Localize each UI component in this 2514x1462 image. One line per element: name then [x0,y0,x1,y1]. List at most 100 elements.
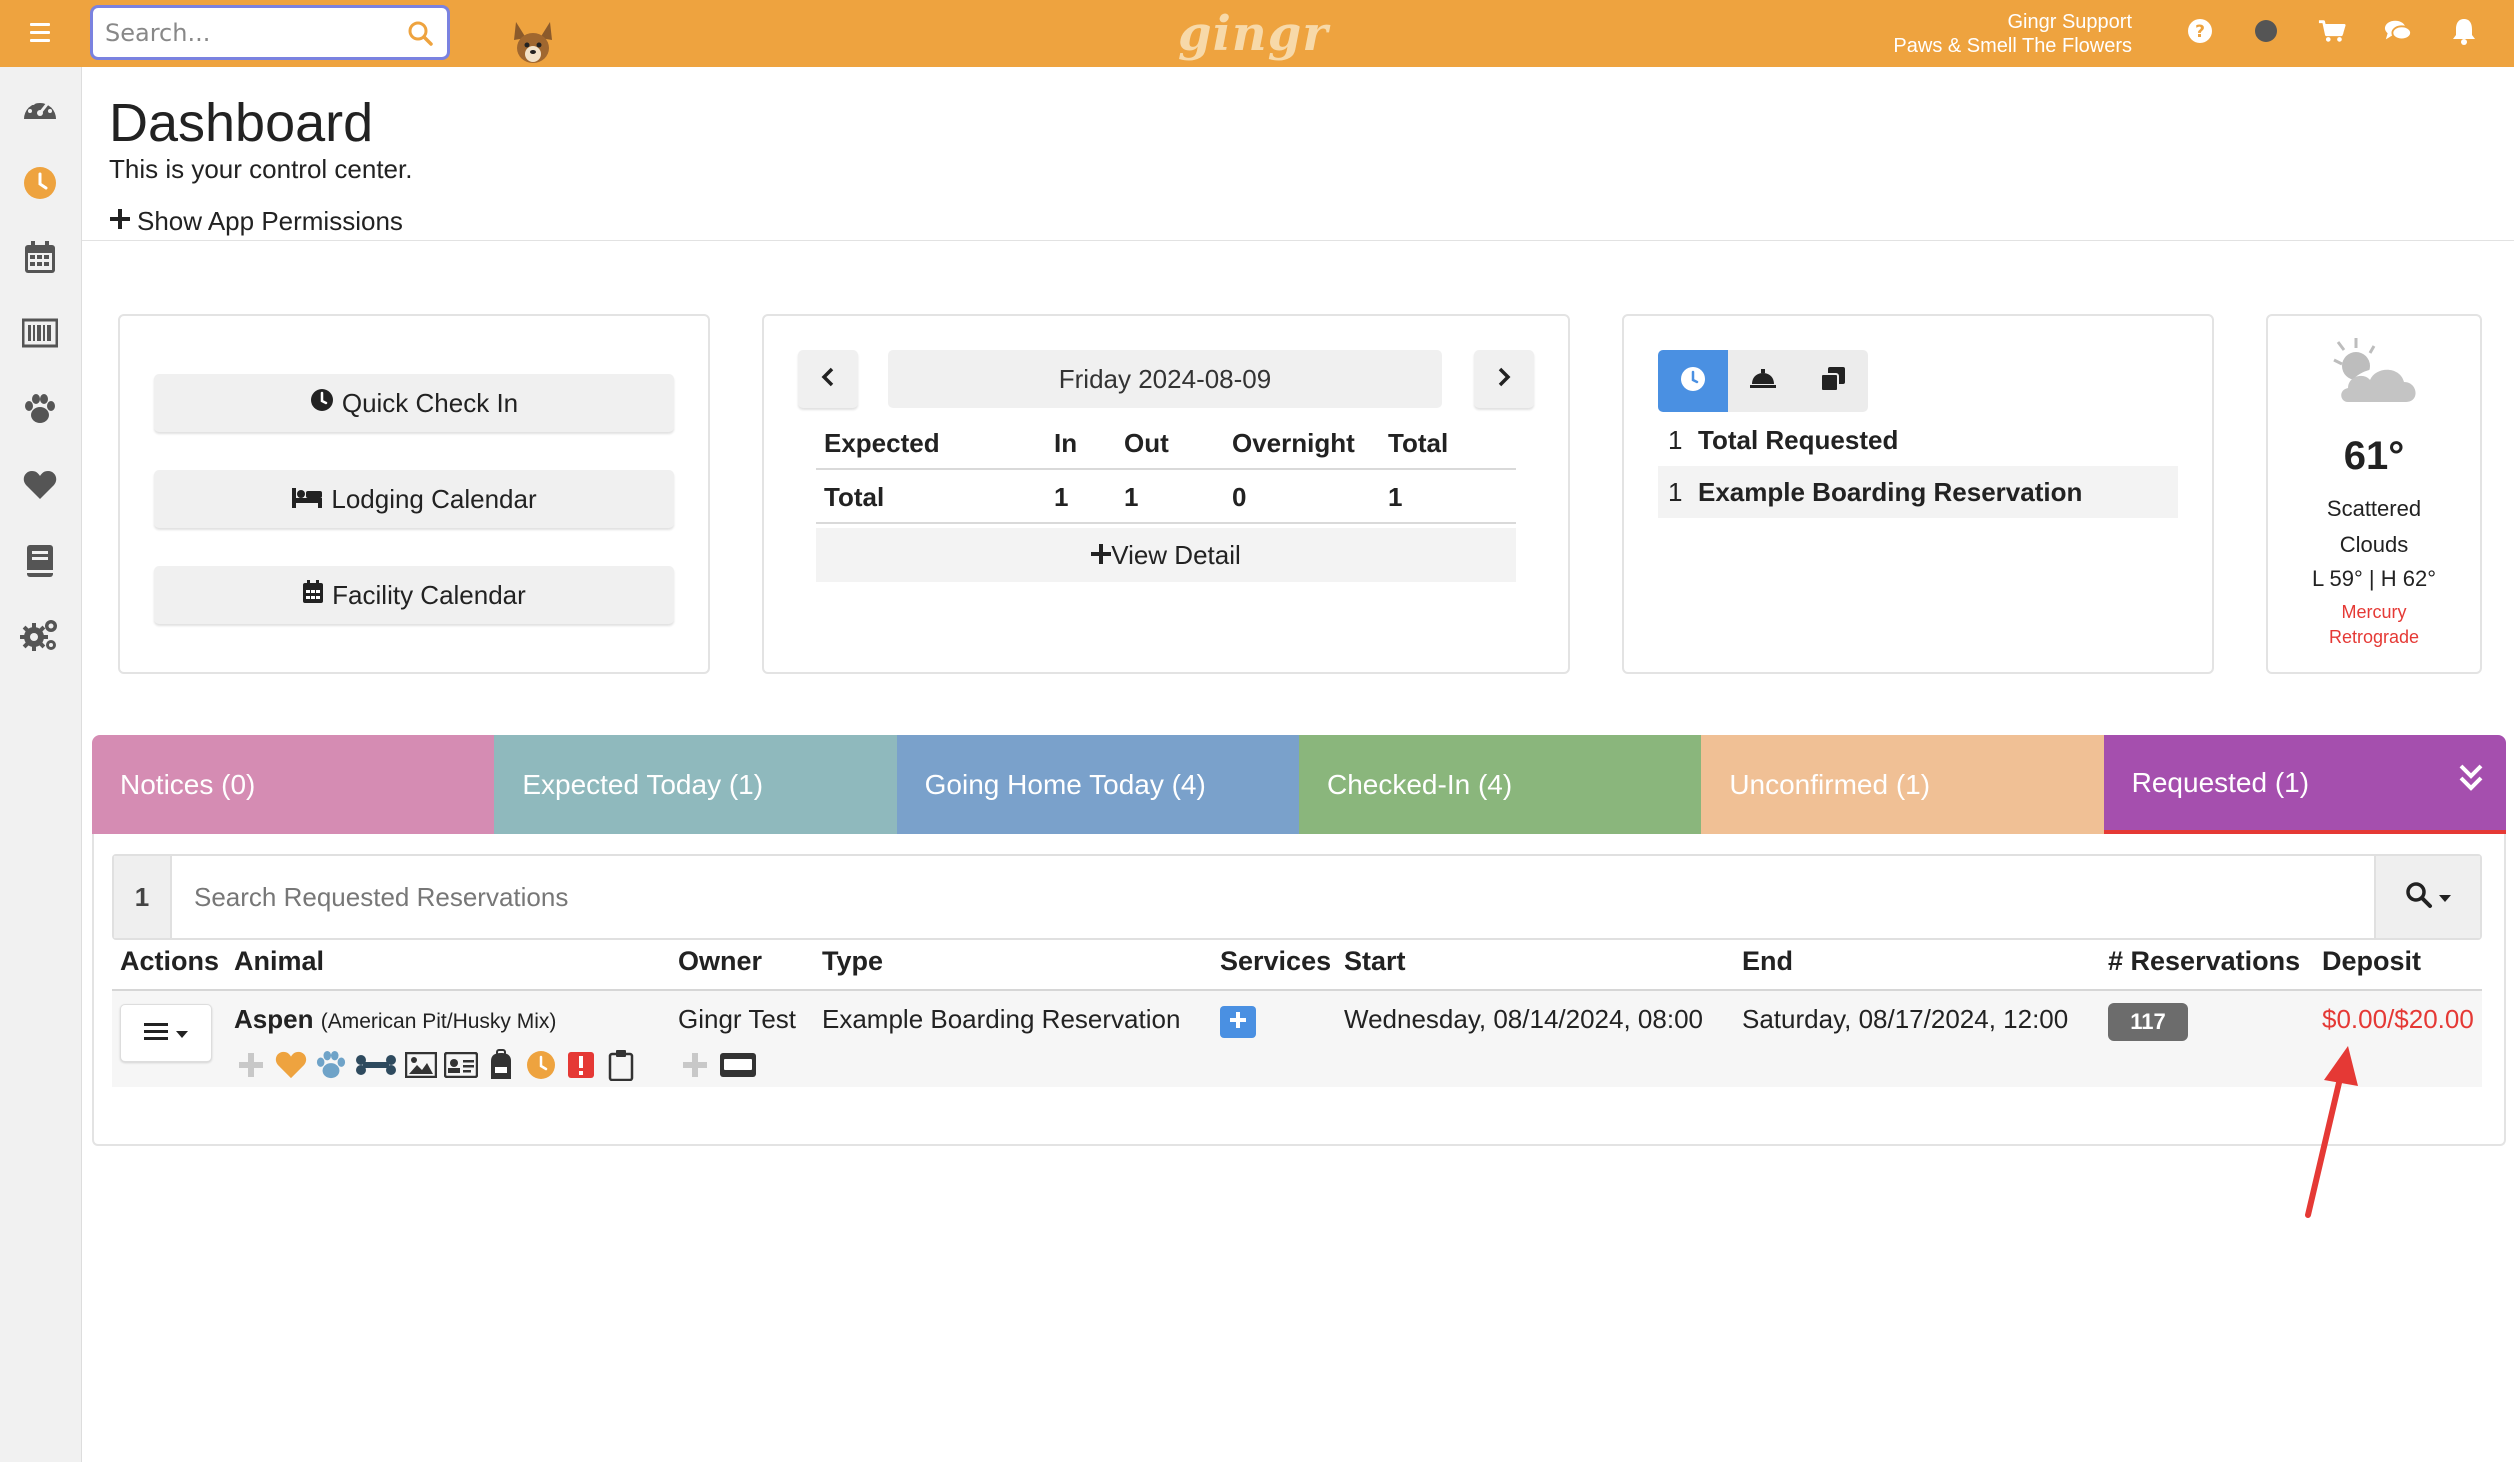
show-app-permissions-link[interactable]: Show App Permissions [109,206,403,237]
view-detail-button[interactable]: View Detail [816,528,1516,582]
book-icon[interactable] [20,541,60,581]
image-icon[interactable] [404,1048,438,1082]
row-total-label: Total [824,482,885,512]
menu-toggle-button[interactable] [19,12,61,52]
header-end: End [1742,946,1793,976]
global-search-input[interactable] [105,16,385,50]
facility-calendar-label: Facility Calendar [332,579,526,610]
view-detail-label: View Detail [1111,539,1241,570]
search-options-button[interactable] [2374,856,2480,938]
header-divider [82,240,2514,241]
animal-name-link[interactable]: Aspen [234,1004,313,1034]
add-icon[interactable] [234,1048,268,1082]
id-card-icon[interactable] [444,1048,478,1082]
value-out[interactable]: 1 [1124,482,1138,513]
paw-icon[interactable] [20,389,60,429]
search-icon[interactable] [407,20,433,50]
col-out: Out [1124,428,1169,458]
row-actions-button[interactable] [120,1004,212,1062]
value-in[interactable]: 1 [1054,482,1068,513]
alert-icon[interactable] [564,1048,598,1082]
col-in: In [1054,428,1078,458]
user-name: Gingr Support [2007,11,2132,33]
plus-icon [109,206,131,237]
chat-icon[interactable] [2384,17,2412,45]
header-actions: Actions [120,946,220,976]
reservation-search-input[interactable] [194,876,2294,918]
value-total[interactable]: 1 [1388,482,1402,513]
header-type: Type [822,946,884,976]
clock-icon [310,388,334,419]
lodging-calendar-button[interactable]: Lodging Calendar [154,470,674,528]
calendar-icon[interactable] [20,237,60,277]
tab-expected-today[interactable]: Expected Today (1) [494,735,897,834]
backpack-icon[interactable] [484,1048,518,1082]
tab-checked-in-label: Checked-In (4) [1326,768,1513,800]
heart-icon[interactable] [20,465,60,505]
plus-icon [1091,540,1112,571]
tab-requests-copy[interactable] [1798,350,1868,412]
quick-actions-card: Quick Check In Lodging Calendar Facility… [118,314,710,674]
user-info[interactable]: Gingr Support Paws & Smell The Flowers [1893,10,2132,58]
owner-name-link[interactable]: Gingr Test [678,1004,796,1035]
tab-requests-clock[interactable] [1658,350,1728,412]
tab-requests-service[interactable] [1728,350,1798,412]
tab-going-home-today-label: Going Home Today (4) [924,768,1206,800]
paw-icon[interactable] [314,1048,348,1082]
col-overnight: Overnight [1232,428,1355,458]
copy-icon [1820,366,1846,396]
calendar-icon [302,579,324,611]
owner-icon-row [678,1048,758,1082]
credit-card-icon[interactable] [718,1048,758,1082]
add-icon[interactable] [678,1048,712,1082]
clipboard-icon[interactable] [604,1048,638,1082]
clock-icon[interactable] [524,1048,558,1082]
status-dot-icon[interactable] [2252,17,2280,45]
annotation-arrow-icon [2290,1040,2370,1234]
tab-unconfirmed-label: Unconfirmed (1) [1729,768,1931,800]
caret-down-icon [176,1024,188,1043]
barcode-icon[interactable] [20,313,60,353]
weather-desc-line1: Scattered [2326,496,2422,521]
heart-icon[interactable] [274,1048,308,1082]
stats-total-row: Total 1 1 0 1 [816,470,1516,522]
tab-unconfirmed[interactable]: Unconfirmed (1) [1701,735,2104,834]
tab-going-home-today[interactable]: Going Home Today (4) [896,735,1299,834]
reservations-count-badge[interactable]: 117 [2108,1003,2188,1041]
reservation-type[interactable]: Example Boarding Reservation [822,1004,1180,1035]
help-icon[interactable]: ? [2186,17,2214,45]
tab-requested[interactable]: Requested (1) [2103,735,2506,834]
facility-calendar-button[interactable]: Facility Calendar [154,566,674,624]
bone-icon[interactable] [354,1048,398,1082]
value-overnight[interactable]: 0 [1232,482,1246,513]
header-animal: Animal [234,946,325,976]
quick-check-in-button[interactable]: Quick Check In [154,374,674,432]
gears-icon[interactable] [20,615,60,655]
cart-icon[interactable] [2318,17,2346,45]
add-service-button[interactable] [1220,1006,1256,1038]
bell-icon[interactable] [2450,17,2478,45]
deposit-amount[interactable]: $0.00/$20.00 [2322,1004,2474,1035]
weather-low-high: L 59° | H 62° [2311,566,2436,591]
clock-icon[interactable] [20,163,60,203]
dashboard-icon[interactable] [20,87,60,127]
tab-notices-label: Notices (0) [120,768,256,800]
dog-mascot-icon[interactable] [508,18,558,70]
tab-checked-in[interactable]: Checked-In (4) [1298,735,1702,834]
tab-expected-today-label: Expected Today (1) [522,768,764,800]
status-tabs: Notices (0) Expected Today (1) Going Hom… [92,735,2506,834]
col-expected: Expected [824,428,940,458]
stats-table: Expected In Out Overnight Total Total 1 … [816,416,1516,524]
previous-day-button[interactable] [798,350,858,408]
business-name: Paws & Smell The Flowers [1893,35,2132,57]
date-display[interactable]: Friday 2024-08-09 [888,350,1442,408]
gingr-logo[interactable]: gingr [1178,6,1329,62]
tab-notices[interactable]: Notices (0) [92,735,495,834]
clock-icon [1680,366,1706,396]
boarding-request-row[interactable]: 1 Example Boarding Reservation [1658,466,2178,518]
next-day-button[interactable] [1474,350,1534,408]
weather-desc-line2: Clouds [2339,532,2409,557]
total-requested-row[interactable]: 1 Total Requested [1658,414,2178,466]
double-chevron-down-icon[interactable] [2458,763,2484,802]
result-count: 1 [114,856,172,938]
